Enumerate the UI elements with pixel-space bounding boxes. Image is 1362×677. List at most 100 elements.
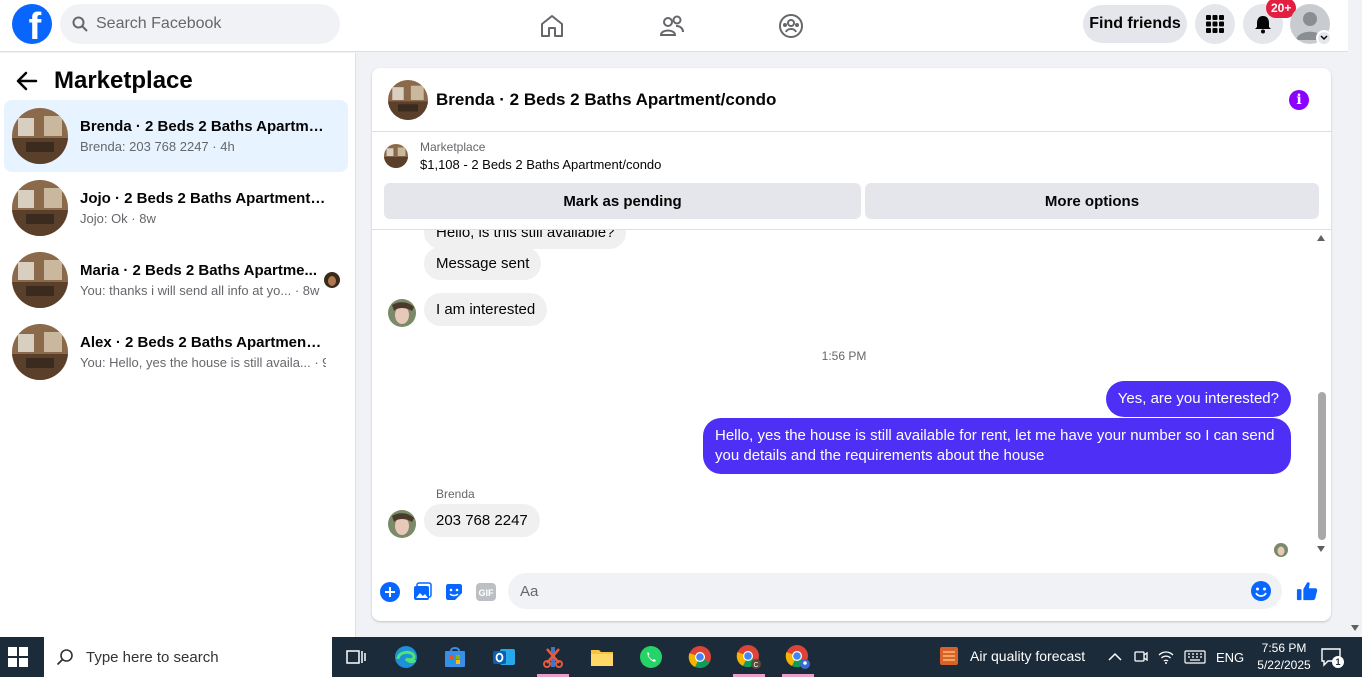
sidebar-header: Marketplace: [16, 67, 193, 95]
taskbar-search-placeholder: Type here to search: [86, 648, 219, 666]
contact-avatar[interactable]: [388, 510, 416, 538]
message-input-box[interactable]: [508, 573, 1282, 609]
message-bubble-incoming: Message sent: [424, 247, 542, 280]
meet-now-icon[interactable]: [1134, 649, 1148, 665]
chat-panel: Brenda · 2 Beds 2 Baths Apartment/condo …: [372, 68, 1331, 621]
conversation-item[interactable]: Jojo · 2 Beds 2 Baths Apartment/c... Joj…: [4, 172, 348, 244]
conversation-title: Maria · 2 Beds 2 Baths Apartme...: [80, 262, 318, 279]
message-timestamp: 1:56 PM: [821, 349, 867, 363]
find-friends-button[interactable]: Find friends: [1083, 5, 1187, 43]
conversation-title: Alex · 2 Beds 2 Baths Apartment/c...: [80, 334, 326, 351]
search-input[interactable]: [96, 15, 316, 33]
action-center-badge: 1: [1332, 656, 1344, 668]
message-bubble-outgoing: Yes, are you interested?: [1105, 381, 1291, 417]
emoji-icon[interactable]: [1250, 580, 1272, 602]
clock-date: 5/22/2025: [1257, 658, 1311, 672]
svg-text:GIF: GIF: [479, 588, 495, 598]
system-tray: ENG: [1108, 637, 1244, 677]
scrollbar-thumb[interactable]: [1318, 392, 1326, 540]
microsoft-store-icon[interactable]: [433, 641, 477, 673]
conversation-preview: You: Hello, yes the house is still avail…: [80, 355, 326, 370]
sticker-icon[interactable]: [443, 581, 465, 603]
message-scrollbar[interactable]: [1314, 230, 1328, 562]
air-quality-icon: [940, 647, 958, 665]
page-scrollbar[interactable]: [1348, 0, 1362, 637]
gif-icon[interactable]: GIF: [475, 581, 497, 603]
friends-icon[interactable]: [654, 8, 690, 44]
menu-grid-icon[interactable]: [1195, 4, 1235, 44]
message-composer: GIF: [372, 568, 1331, 616]
plus-circle-icon[interactable]: [379, 581, 401, 603]
message-bubble-outgoing: Hello, yes the house is still available …: [703, 418, 1291, 474]
windows-start-icon[interactable]: [8, 647, 28, 667]
wifi-icon[interactable]: [1158, 650, 1174, 664]
chat-title[interactable]: Brenda · 2 Beds 2 Baths Apartment/condo: [436, 90, 776, 110]
contact-avatar[interactable]: [388, 299, 416, 327]
message-thread: Hello, is this still available? Message …: [372, 230, 1316, 562]
keyboard-icon[interactable]: [1184, 650, 1206, 664]
home-icon[interactable]: [534, 8, 570, 44]
listing-thumbnail: [12, 180, 68, 236]
outlook-icon[interactable]: [482, 641, 526, 673]
conversation-item[interactable]: Alex · 2 Beds 2 Baths Apartment/c... You…: [4, 316, 348, 388]
clock-time: 7:56 PM: [1261, 641, 1307, 655]
scroll-down-icon[interactable]: [1351, 625, 1359, 631]
chrome-profile-icon[interactable]: [776, 641, 820, 677]
photo-icon[interactable]: [411, 581, 433, 603]
weather-label: Air quality forecast: [970, 648, 1086, 664]
info-icon[interactable]: i: [1289, 90, 1309, 110]
taskbar-clock[interactable]: 7:56 PM 5/22/2025: [1254, 640, 1314, 674]
page-title: Marketplace: [54, 67, 193, 94]
whatsapp-icon[interactable]: [629, 641, 673, 673]
conversation-title: Brenda · 2 Beds 2 Baths Apartmen...: [80, 118, 326, 135]
edge-browser-icon[interactable]: [384, 641, 428, 673]
listing-thumbnail: [12, 252, 68, 308]
task-view-icon[interactable]: [334, 641, 378, 673]
listing-source: Marketplace: [420, 140, 486, 154]
taskbar-search-box[interactable]: Type here to search: [44, 637, 332, 677]
chat-header: Brenda · 2 Beds 2 Baths Apartment/condo …: [372, 68, 1331, 132]
weather-widget[interactable]: Air quality forecast: [938, 645, 1085, 667]
conversation-preview: Jojo: Ok · 8w: [80, 211, 156, 226]
conversation-item[interactable]: Brenda · 2 Beds 2 Baths Apartmen... Bren…: [4, 100, 348, 172]
search-icon: [56, 649, 73, 666]
conversation-title: Jojo · 2 Beds 2 Baths Apartment/c...: [80, 190, 326, 207]
chevron-up-icon[interactable]: [1108, 652, 1122, 662]
conversation-item[interactable]: Maria · 2 Beds 2 Baths Apartme... You: t…: [4, 244, 348, 316]
more-options-button[interactable]: More options: [865, 183, 1319, 219]
listing-title: $1,108 - 2 Beds 2 Baths Apartment/condo: [420, 157, 662, 172]
snipping-tool-icon[interactable]: [531, 641, 575, 677]
svg-text:C: C: [753, 662, 758, 669]
language-indicator[interactable]: ENG: [1216, 650, 1244, 665]
facebook-logo-icon[interactable]: f: [12, 4, 52, 44]
conversation-preview: Brenda: 203 768 2247 · 4h: [80, 139, 235, 154]
listing-avatar[interactable]: [388, 79, 428, 120]
sender-name: Brenda: [436, 487, 475, 501]
message-input[interactable]: [520, 582, 1220, 600]
message-bubble-incoming: 203 768 2247: [424, 504, 540, 537]
listing-thumbnail: [384, 144, 408, 168]
mark-as-pending-button[interactable]: Mark as pending: [384, 183, 861, 219]
back-arrow-icon[interactable]: [16, 71, 38, 91]
chrome-icon[interactable]: [678, 641, 722, 673]
file-explorer-icon[interactable]: [580, 641, 624, 673]
search-icon: [72, 16, 88, 32]
listing-thumbnail: [12, 324, 68, 380]
read-receipt-avatar: [1274, 543, 1288, 557]
listing-thumbnail: [12, 108, 68, 164]
scroll-up-icon[interactable]: [1317, 235, 1325, 241]
listing-summary[interactable]: Marketplace $1,108 - 2 Beds 2 Baths Apar…: [384, 140, 661, 172]
conversation-preview: You: thanks i will send all info at yo..…: [80, 283, 320, 298]
search-box[interactable]: [60, 4, 340, 44]
marketplace-inbox-sidebar: Marketplace Brenda · 2 Beds 2 Baths Apar…: [0, 53, 356, 637]
groups-icon[interactable]: [773, 8, 809, 44]
top-nav-bar: f Find friends 20+: [0, 0, 1348, 52]
windows-taskbar: Type here to search C Air quality foreca…: [0, 637, 1362, 677]
chrome-profile-icon[interactable]: C: [727, 641, 771, 677]
like-thumbs-up-icon[interactable]: [1296, 580, 1318, 602]
action-center-icon[interactable]: 1: [1320, 647, 1344, 672]
scroll-down-icon[interactable]: [1317, 546, 1325, 552]
message-bubble-incoming: I am interested: [424, 293, 548, 326]
seen-avatar: [324, 272, 340, 288]
chevron-down-icon[interactable]: [1316, 30, 1332, 46]
